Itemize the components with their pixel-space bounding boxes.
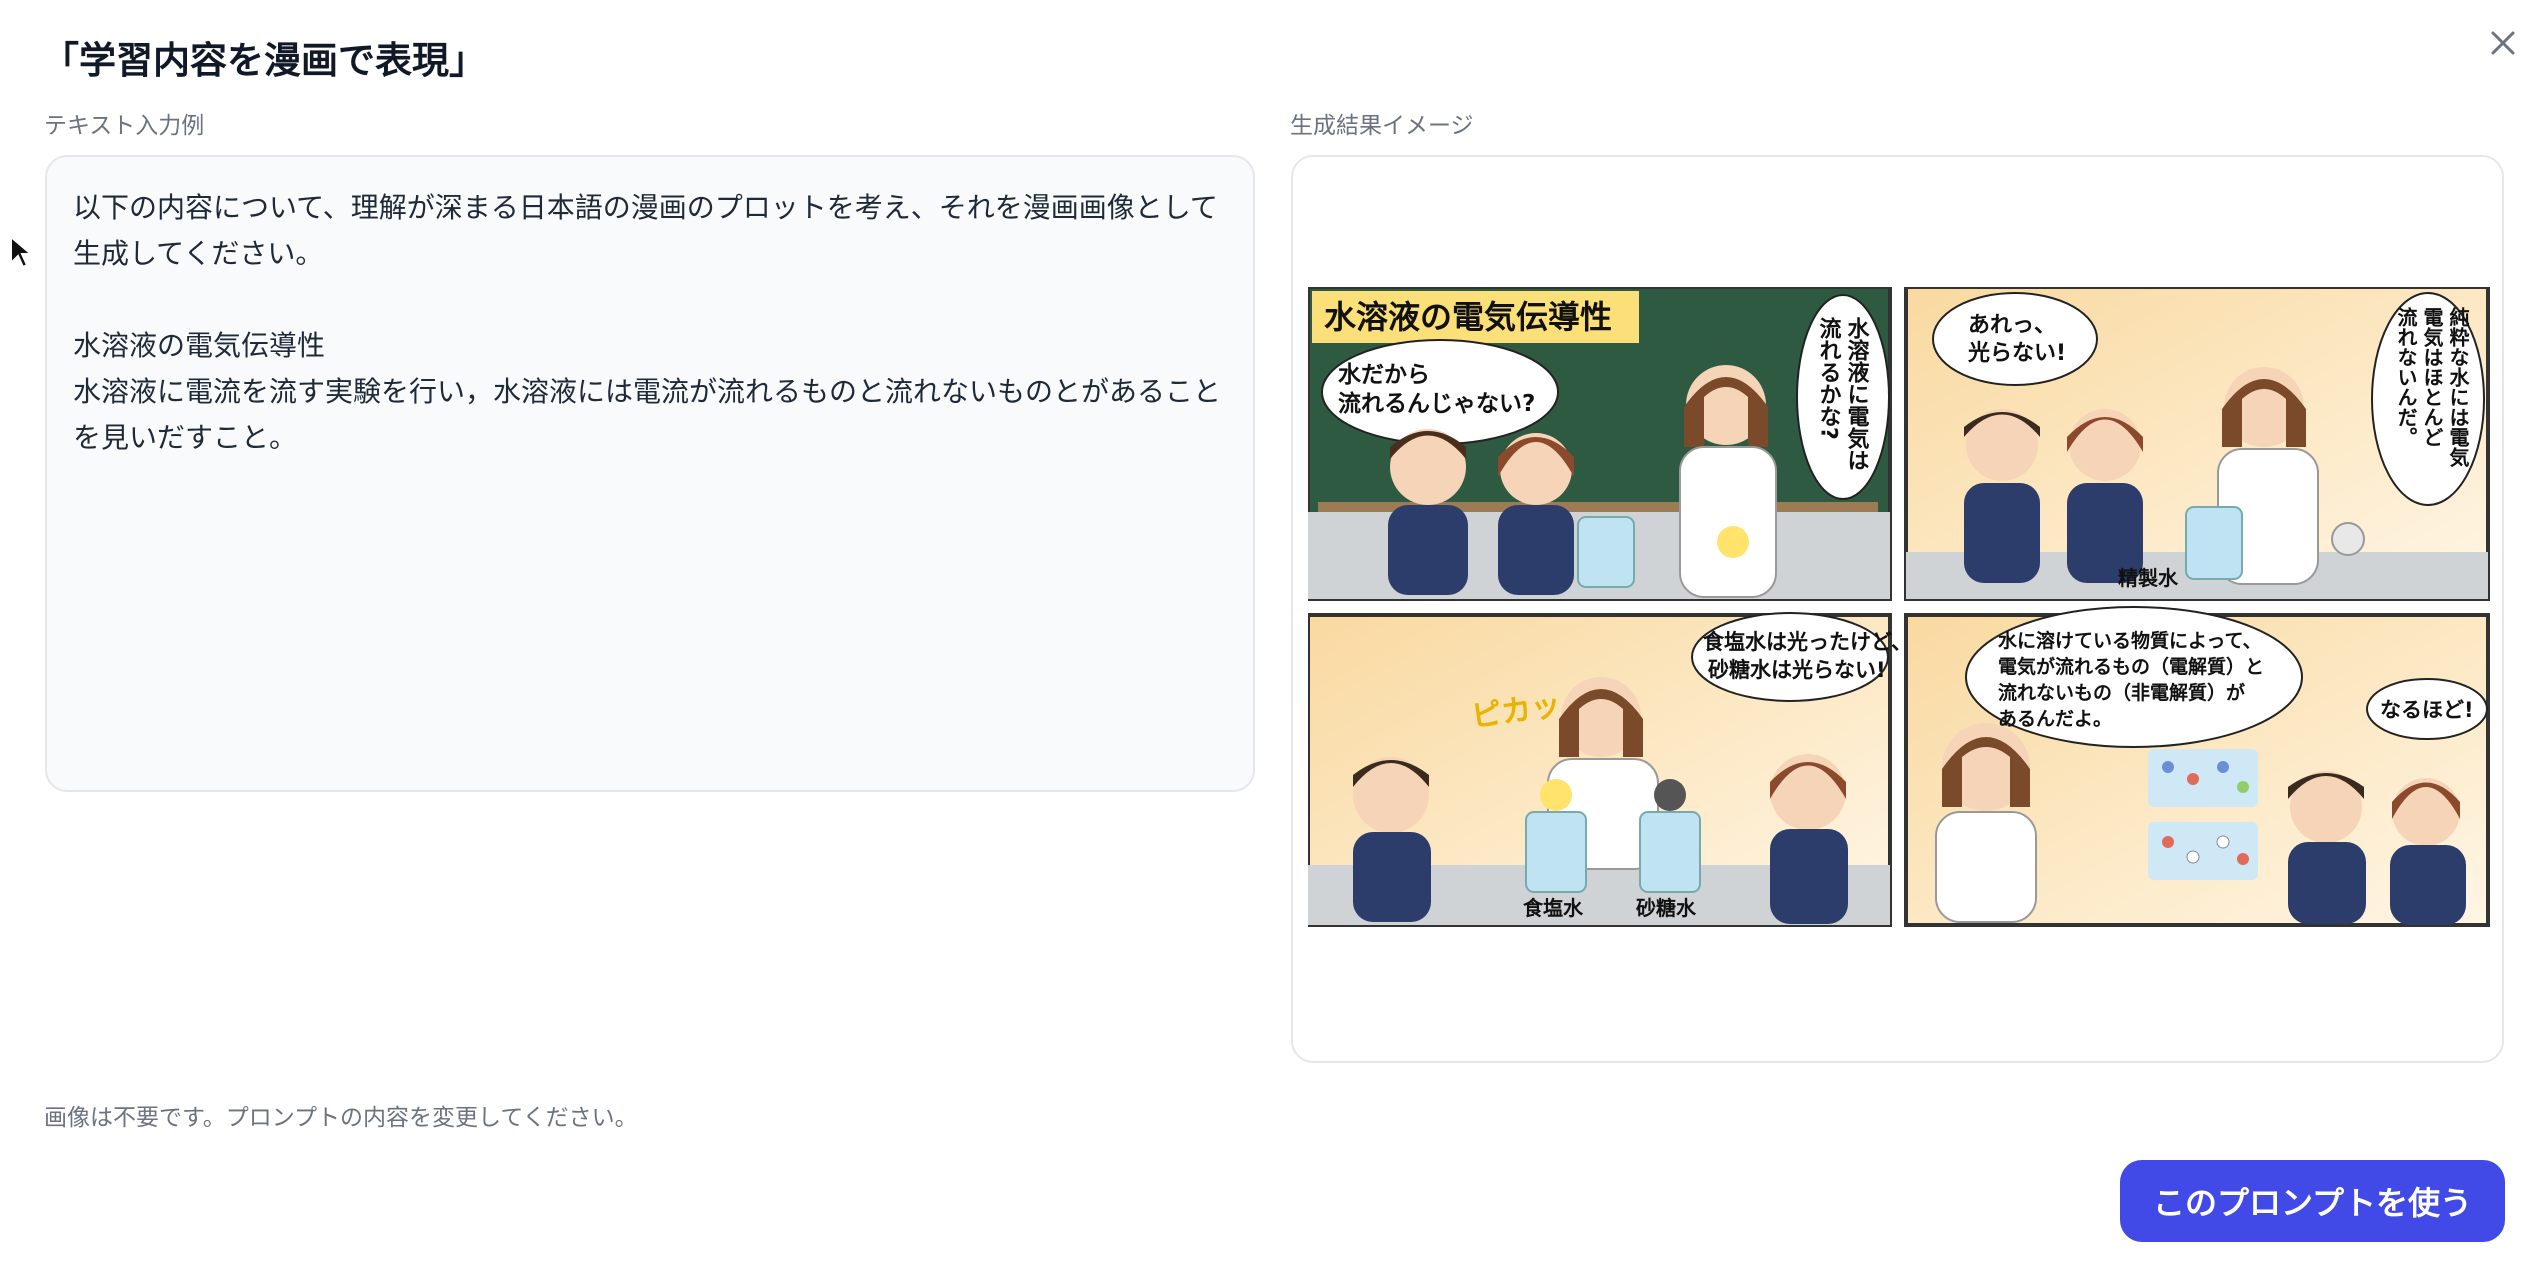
prompt-line: を見いだすこと。 xyxy=(73,421,298,454)
result-image-box: 水溶液の電気伝導性 水だから 流れるんじゃない? 水溶液に電気は 流れるかな? … xyxy=(1291,155,2504,1063)
prompt-line: 水溶液に電流を流す実験を行い，水溶液には電流が流れるものと流れないものとがあるこ… xyxy=(73,375,1222,408)
speech-bubble-text: 流れるかな? xyxy=(1816,316,1842,439)
speech-bubble-text: 水だから xyxy=(1338,362,1430,388)
comic-caption: 砂糖水 xyxy=(1636,896,1697,920)
speech-bubble-text: 流れるんじゃない? xyxy=(1338,390,1535,417)
comic-caption: 精製水 xyxy=(2118,566,2179,590)
dialog-title: 「学習内容を漫画で表現」 xyxy=(42,39,486,82)
mouse-cursor-icon xyxy=(10,235,33,269)
result-label: 生成結果イメージ xyxy=(1290,113,1474,139)
input-example-label: テキスト入力例 xyxy=(44,113,205,139)
prompt-line: 生成してください。 xyxy=(73,237,324,270)
speech-bubble-text: 食塩水は光ったけど、 xyxy=(1703,630,1912,654)
speech-bubble-text: 流れないもの（非電解質）が xyxy=(1998,681,2245,704)
use-prompt-button[interactable]: このプロンプトを使う xyxy=(2120,1160,2505,1242)
comic-panel-2: あれっ、 光らない! 純粋な水には電気 電気はほとんど 流れないんだ。 精製水 xyxy=(1904,287,2490,601)
comic-panel-1: 水溶液の電気伝導性 水だから 流れるんじゃない? 水溶液に電気は 流れるかな? xyxy=(1308,287,1892,601)
speech-bubble-text: なるほど! xyxy=(2380,698,2474,722)
prompt-text-box: 以下の内容について、理解が深まる日本語の漫画のプロットを考え、それを漫画画像とし… xyxy=(45,155,1255,792)
comic-caption: 食塩水 xyxy=(1523,896,1584,920)
close-button[interactable] xyxy=(2478,18,2528,68)
speech-bubble-text: 水に溶けている物質によって、 xyxy=(1998,629,2262,652)
speech-bubble-text: 砂糖水は光らない! xyxy=(1708,658,1886,682)
comic-panel-3: 食塩水は光ったけど、 砂糖水は光らない! ピカッ 食塩水 砂糖水 xyxy=(1308,612,1912,927)
speech-bubble-text: あるんだよ。 xyxy=(1998,708,2112,730)
close-icon xyxy=(2491,31,2515,55)
speech-bubble-text: 光らない! xyxy=(1967,341,2066,366)
speech-bubble-text: 電気が流れるもの（電解質）と xyxy=(1998,655,2264,678)
footer-note: 画像は不要です。プロンプトの内容を変更してください。 xyxy=(44,1105,638,1131)
speech-bubble-text: 純粋な水には電気 xyxy=(2446,306,2470,468)
speech-bubble-text: 水溶液に電気は xyxy=(1844,317,1870,471)
speech-bubble-text: 電気はほとんど xyxy=(2420,307,2444,447)
comic-title: 水溶液の電気伝導性 xyxy=(1324,298,1612,336)
prompt-topic: 水溶液の電気伝導性 xyxy=(73,329,326,362)
prompt-line: 以下の内容について、理解が深まる日本語の漫画のプロットを考え、それを漫画画像とし… xyxy=(73,191,1218,224)
speech-bubble-text: あれっ、 xyxy=(1968,313,2056,338)
comic-panel-4: 水に溶けている物質によって、 電気が流れるもの（電解質）と 流れないもの（非電解… xyxy=(1904,606,2490,927)
comic-image: 水溶液の電気伝導性 水だから 流れるんじゃない? 水溶液に電気は 流れるかな? … xyxy=(1308,287,2490,927)
speech-bubble-text: 流れないんだ。 xyxy=(2394,306,2418,447)
